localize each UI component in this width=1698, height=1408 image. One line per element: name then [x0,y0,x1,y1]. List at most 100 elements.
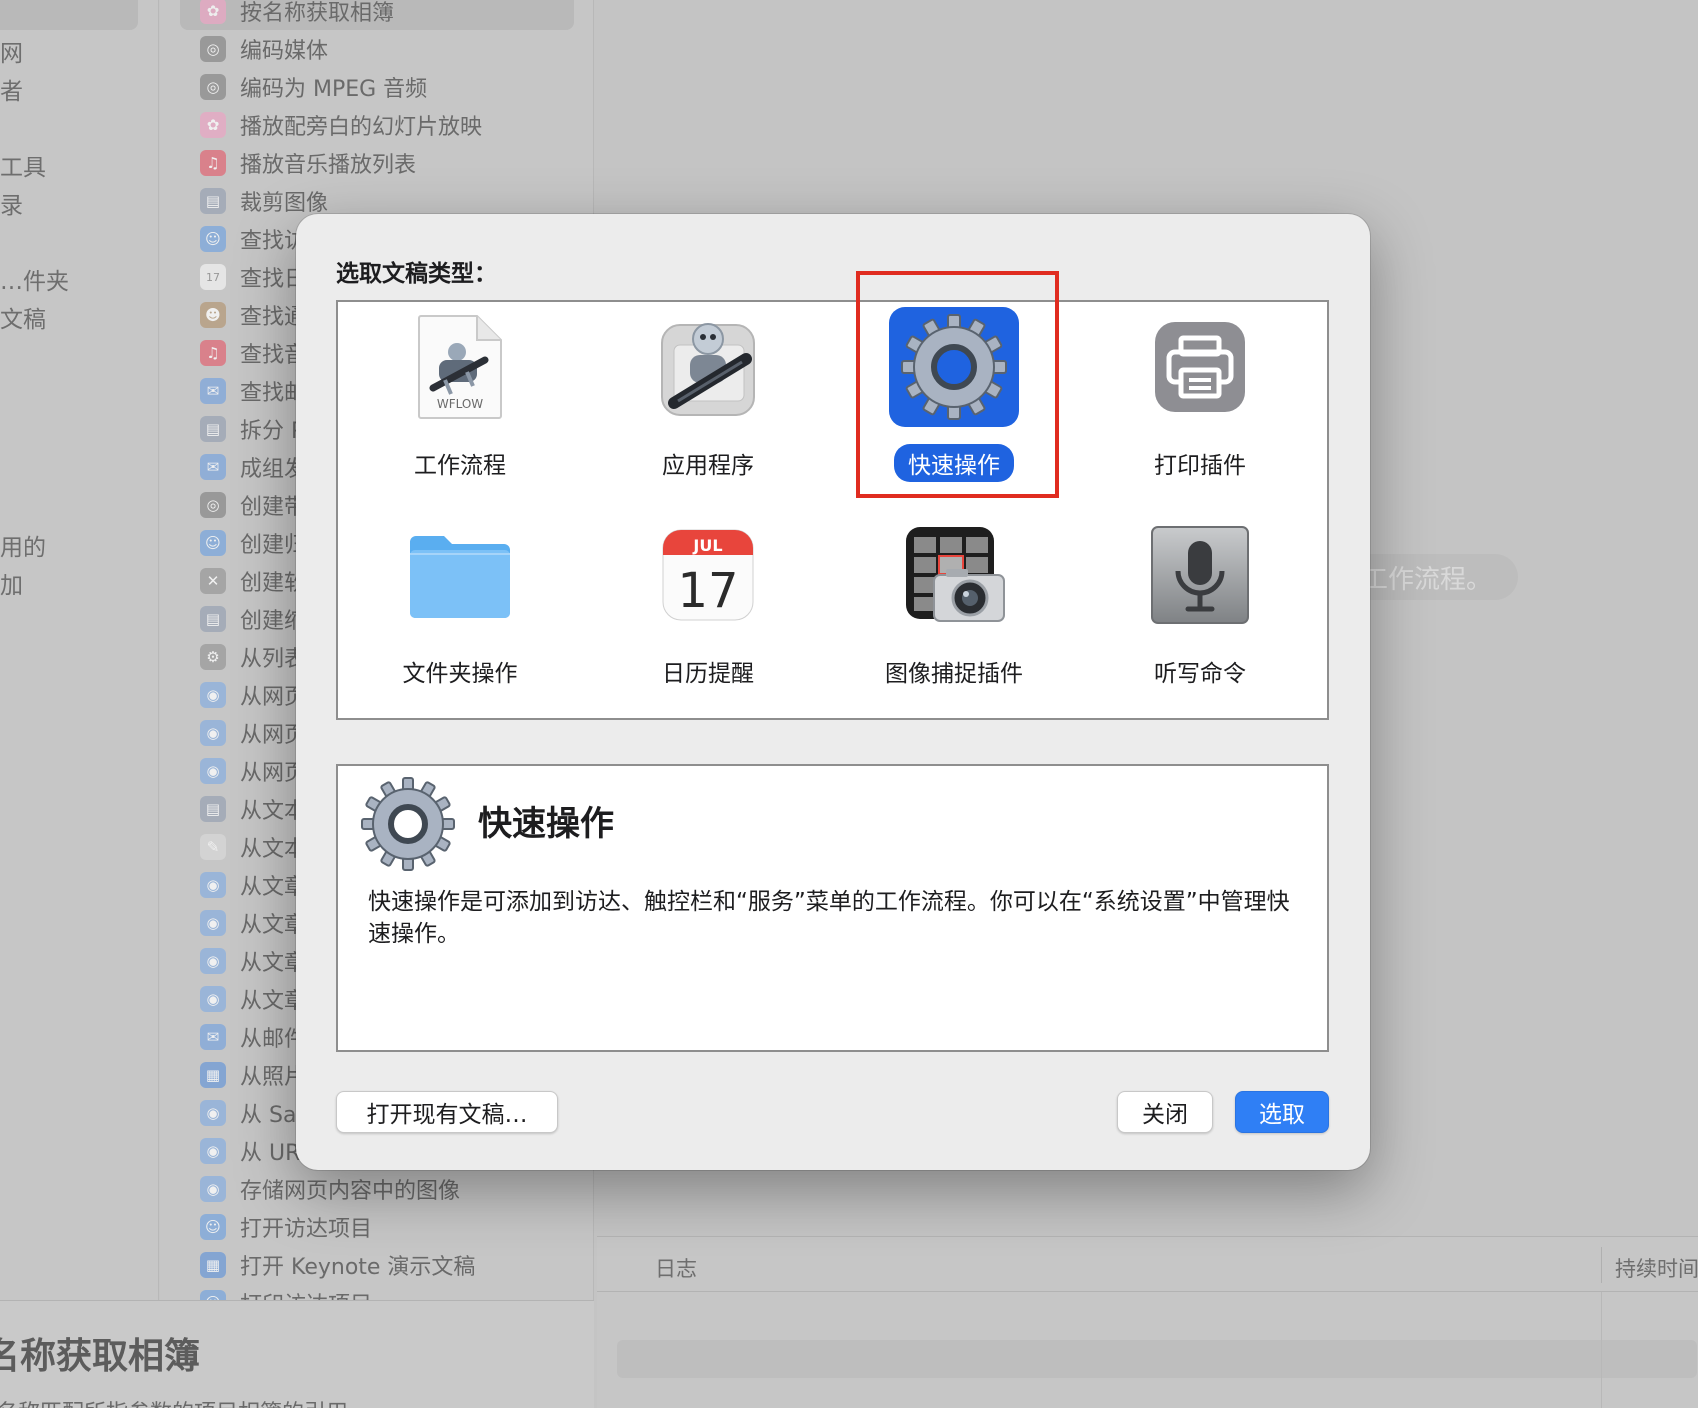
action-list-item-label: 裁剪图像 [240,191,329,216]
action-list-item[interactable]: ◎ 编码为 MPEG 音频 [200,68,590,106]
library-item[interactable]: 者 [0,72,23,106]
action-list-item[interactable]: ☺ 打印访达项目 [200,1284,590,1300]
preview-icon: ▤ [200,796,226,822]
library-item[interactable]: 用的 [0,528,46,562]
action-description-title: 名称获取相簿 [0,1336,201,1377]
safari-icon: ◉ [200,948,226,974]
action-list-item[interactable]: ✿ 播放配旁白的幻灯片放映 [200,106,590,144]
safari-icon: ◉ [200,872,226,898]
photos-icon: ✿ [200,0,226,24]
log-header: 日志 持续时间 [597,1236,1698,1292]
type-label: 日历提醒 [662,661,754,687]
music-icon: ♫ [200,150,226,176]
action-list-item[interactable]: ✿ 按名称获取相簿 [200,0,590,30]
action-list-item-label: 编码为 MPEG 音频 [240,77,428,102]
library-item[interactable]: 网 [0,34,23,68]
library-selection [0,0,138,30]
library-item[interactable]: 文稿 [0,300,46,334]
action-description-pane: 名称获取相簿 名称匹配所指参数的项目相簿的引用 [0,1300,594,1408]
type-label: 图像捕捉插件 [885,661,1023,687]
calendar-month: JUL [692,536,722,555]
library-item[interactable]: …件夹 [0,262,69,296]
wflow-badge: WFLOW [437,397,483,411]
action-description-text: 名称匹配所指参数的项目相簿的引用 [0,1395,348,1408]
gear-icon [358,774,458,878]
type-label: 工作流程 [414,453,506,479]
automator-icon: ⚙ [200,644,226,670]
action-list-item-label: 存储网页内容中的图像 [240,1179,461,1204]
folder-icon [390,520,530,630]
library-item[interactable]: 录 [0,186,23,220]
mail-icon: ✉ [200,454,226,480]
choose-button[interactable]: 选取 [1235,1091,1329,1133]
printer-icon [1130,312,1270,422]
action-list-item-label: 播放配旁白的幻灯片放映 [240,115,483,140]
library-item[interactable]: 工具 [0,148,46,182]
highlight-annotation-box [856,271,1059,498]
music-icon: ♫ [200,340,226,366]
action-list-item-label: 打开 Keynote 演示文稿 [240,1255,476,1280]
type-workflow[interactable]: WFLOW 工作流程 [360,312,560,492]
type-folder-action[interactable]: 文件夹操作 [360,520,560,700]
log-table [597,1292,1698,1408]
preview-icon: ▤ [200,416,226,442]
dialog-title: 选取文稿类型： [336,261,497,287]
calendar-icon: 17 [200,264,226,290]
type-image-capture-plugin[interactable]: 图像捕捉插件 [854,520,1054,700]
log-column-header[interactable]: 日志 [655,1253,697,1283]
action-list-item-label: 从 UR [240,1141,301,1166]
calendar-icon: JUL 17 [638,520,778,630]
tools-icon: ✕ [200,568,226,594]
keynote-icon: ▦ [200,1062,226,1088]
type-calendar-alarm[interactable]: JUL 17 日历提醒 [608,520,808,700]
contacts-icon: ☻ [200,302,226,328]
microphone-icon [1130,520,1270,630]
safari-icon: ◉ [200,910,226,936]
library-item[interactable]: 加 [0,566,23,600]
action-list-item[interactable]: ◉ 存储网页内容中的图像 [200,1170,590,1208]
finder-icon: ☺ [200,1290,226,1300]
action-list-item-label: 打开访达项目 [240,1217,373,1242]
type-print-plugin[interactable]: 打印插件 [1100,312,1300,492]
action-list-item[interactable]: ◎ 编码媒体 [200,30,590,68]
safari-icon: ◉ [200,720,226,746]
finder-icon: ☺ [200,1214,226,1240]
open-existing-document-button[interactable]: 打开现有文稿… [336,1091,558,1133]
close-button[interactable]: 关闭 [1117,1091,1213,1133]
textedit-icon: ✎ [200,834,226,860]
type-label: 打印插件 [1154,453,1246,479]
safari-icon: ◉ [200,758,226,784]
action-list-item-label: 拆分 P [240,419,305,444]
action-list-item[interactable]: ♫ 播放音乐播放列表 [200,144,590,182]
preview-icon: ▤ [200,606,226,632]
safari-icon: ◉ [200,1176,226,1202]
quicktime-icon: ◎ [200,36,226,62]
type-dictation-command[interactable]: 听写命令 [1100,520,1300,700]
safari-icon: ◉ [200,1138,226,1164]
type-application[interactable]: 应用程序 [608,312,808,492]
description-title: 快速操作 [478,804,614,844]
log-row [617,1340,1697,1378]
action-list-item-label: 打印访达项目 [240,1287,372,1300]
photos-icon: ✿ [200,112,226,138]
mail-icon: ✉ [200,378,226,404]
type-label: 文件夹操作 [402,661,518,687]
type-description-panel: 快速操作 快速操作是可添加到访达、触控栏和“服务”菜单的工作流程。你可以在“系统… [336,764,1329,1052]
action-list-item[interactable]: ☺ 打开访达项目 [200,1208,590,1246]
document-type-grid: WFLOW 工作流程 应用程序 快速操作 打印插件 文件夹操作 JUL 17 日… [336,300,1329,720]
preview-icon: ▤ [200,188,226,214]
safari-icon: ◉ [200,1100,226,1126]
calendar-day: 17 [677,563,738,619]
action-list-item-label: 按名称获取相簿 [240,1,395,26]
action-list-item-label: 播放音乐播放列表 [240,153,417,178]
action-list-item-label: 从 Saf [240,1103,305,1128]
column-divider [1601,1292,1602,1408]
choose-document-type-dialog: 选取文稿类型： WFLOW 工作流程 应用程序 快速操作 打印插件 文件夹操作 … [296,214,1370,1170]
mail-icon: ✉ [200,1024,226,1050]
safari-icon: ◉ [200,682,226,708]
duration-column-header[interactable]: 持续时间 [1615,1253,1698,1283]
automator-robot-icon [638,312,778,422]
type-label: 应用程序 [662,453,754,479]
quicktime-icon: ◎ [200,492,226,518]
action-list-item[interactable]: ▦ 打开 Keynote 演示文稿 [200,1246,590,1284]
